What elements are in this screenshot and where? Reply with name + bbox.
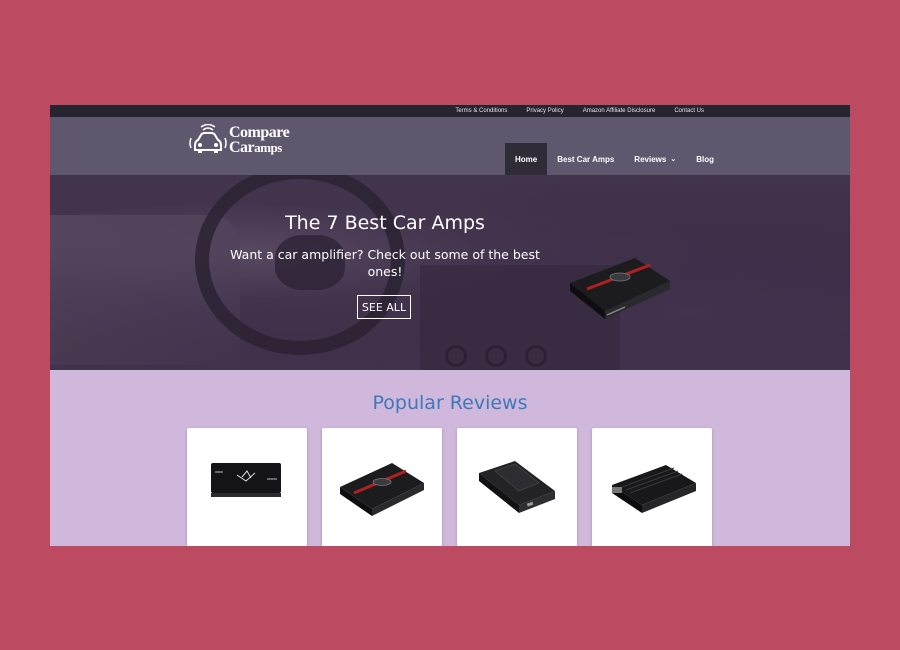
nav-best-car-amps-label: Best Car Amps <box>557 154 615 164</box>
car-speaker-icon <box>189 124 227 153</box>
logo-line-2: Caramps <box>229 139 289 156</box>
logo-amps-text: amps <box>254 140 282 155</box>
site-logo[interactable]: Compare Caramps <box>187 124 290 156</box>
nav-reviews-label: Reviews <box>634 154 667 164</box>
popular-reviews-section: Popular Reviews <box>50 370 850 546</box>
nav-blog-label: Blog <box>696 154 714 164</box>
review-cards <box>187 428 712 546</box>
hero-subtitle: Want a car amplifier? Check out some of … <box>230 247 540 279</box>
website-screenshot: Terms & Conditions Privacy Policy Amazon… <box>50 105 850 546</box>
top-utility-bar: Terms & Conditions Privacy Policy Amazon… <box>50 105 850 117</box>
amplifier-image-4 <box>612 465 696 513</box>
site-header: Compare Caramps Home Best Car Amps Revie… <box>50 117 850 175</box>
nav-home[interactable]: Home <box>505 143 548 175</box>
terms-link[interactable]: Terms & Conditions <box>455 108 507 114</box>
nav-home-label: Home <box>515 154 538 164</box>
nav-blog[interactable]: Blog <box>686 143 724 175</box>
review-card[interactable] <box>592 428 712 546</box>
affiliate-disclosure-link[interactable]: Amazon Affiliate Disclosure <box>583 108 656 114</box>
hero-banner: The 7 Best Car Amps Want a car amplifier… <box>50 175 850 370</box>
contact-us-link[interactable]: Contact Us <box>674 108 704 114</box>
review-card[interactable] <box>322 428 442 546</box>
review-card[interactable] <box>187 428 307 546</box>
amplifier-image-2 <box>340 463 424 516</box>
nav-reviews[interactable]: Reviews ⌄ <box>624 143 686 175</box>
nav-best-car-amps[interactable]: Best Car Amps <box>547 143 624 175</box>
logo-line-1: Compare <box>229 124 290 141</box>
see-all-button[interactable]: SEE ALL <box>357 295 411 319</box>
review-card[interactable] <box>457 428 577 546</box>
popular-reviews-title: Popular Reviews <box>372 392 528 414</box>
logo-car-text: Car <box>229 139 255 156</box>
main-navigation: Home Best Car Amps Reviews ⌄ Blog <box>505 143 724 175</box>
hero-amplifier-image <box>570 258 670 319</box>
privacy-policy-link[interactable]: Privacy Policy <box>526 108 563 114</box>
hero-title: The 7 Best Car Amps <box>285 212 485 234</box>
amplifier-image-3 <box>479 461 555 513</box>
chevron-down-icon: ⌄ <box>670 156 677 163</box>
logo-wordmark: Compare Caramps <box>229 124 290 156</box>
amplifier-image-1 <box>211 463 281 497</box>
